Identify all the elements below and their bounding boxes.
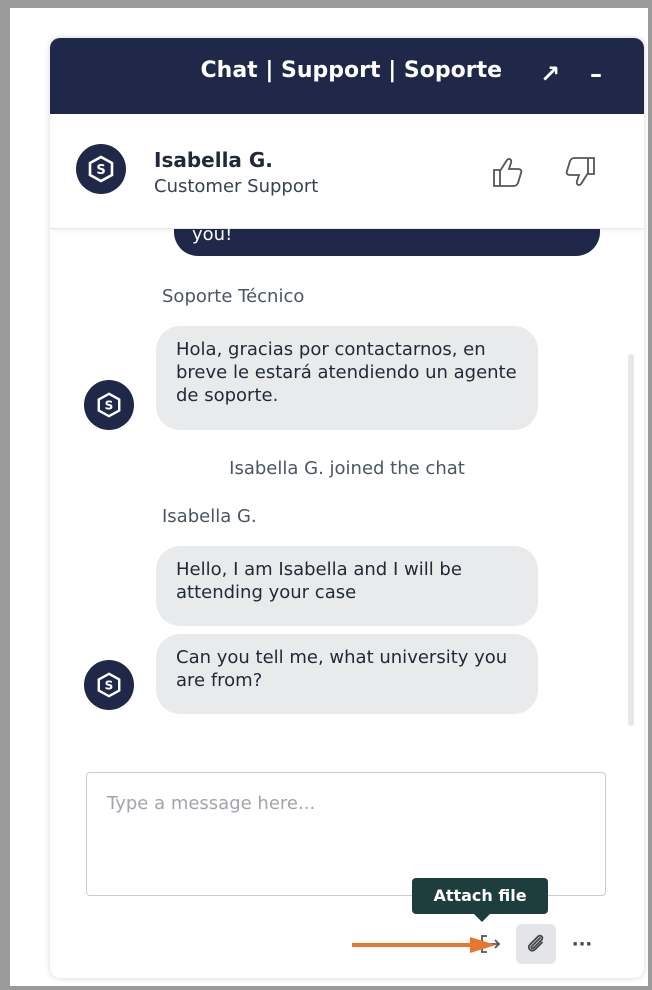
agent-name: Isabella G. (154, 148, 273, 172)
agent-header: S Isabella G. Customer Support (50, 114, 644, 229)
bot-message: Hola, gracias por contactarnos, en breve… (156, 326, 538, 430)
agent-message: Can you tell me, what university you are… (156, 634, 538, 714)
thumbs-down-icon (565, 157, 595, 186)
attach-file-tooltip: Attach file (412, 878, 548, 922)
outgoing-message-text: you! (192, 228, 233, 245)
sender-label-agent: Isabella G. (162, 506, 257, 527)
agent-message: Hello, I am Isabella and I will be atten… (156, 546, 538, 626)
agent-avatar: S (76, 144, 126, 194)
chat-title: Chat | Support | Soporte (200, 58, 502, 83)
agent-message-text: Can you tell me, what university you are… (176, 647, 508, 691)
annotation-arrow-icon (352, 937, 496, 953)
thumbs-up-icon (493, 158, 523, 187)
attach-file-button[interactable] (516, 924, 556, 964)
svg-text:S: S (96, 163, 105, 178)
logo-icon: S (88, 155, 114, 183)
more-horizontal-icon: ··· (571, 933, 593, 955)
chat-header-bar: Chat | Support | Soporte ↗ – (50, 38, 644, 114)
bot-message-text: Hola, gracias por contactarnos, en breve… (176, 339, 517, 406)
minus-icon: – (590, 60, 602, 88)
agent-role: Customer Support (154, 176, 319, 197)
agent-message-text: Hello, I am Isabella and I will be atten… (176, 559, 462, 603)
minimize-button[interactable]: – (580, 56, 612, 92)
agent-avatar-small: S (84, 660, 134, 710)
chat-widget: Chat | Support | Soporte ↗ – S Isabella … (50, 38, 644, 978)
screenshot-frame: Chat | Support | Soporte ↗ – S Isabella … (10, 8, 648, 986)
more-options-button[interactable]: ··· (562, 924, 602, 964)
thumbs-up-button[interactable] (488, 152, 528, 192)
bot-avatar: S (84, 380, 134, 430)
sender-label-bot: Soporte Técnico (162, 286, 305, 307)
svg-text:S: S (105, 399, 114, 413)
logo-icon: S (97, 392, 121, 418)
message-scrollbar[interactable] (628, 354, 634, 726)
logo-icon: S (97, 672, 121, 698)
arrow-up-right-icon: ↗ (539, 60, 561, 88)
thumbs-down-button[interactable] (560, 152, 600, 192)
paperclip-icon (527, 934, 544, 952)
system-joined-notice: Isabella G. joined the chat (229, 458, 465, 479)
svg-text:S: S (105, 679, 114, 693)
popout-button[interactable]: ↗ (534, 56, 566, 92)
outgoing-message: you! (174, 228, 600, 256)
message-input[interactable] (87, 773, 605, 895)
message-list[interactable]: you! Soporte Técnico Hola, gracias por c… (50, 228, 644, 748)
